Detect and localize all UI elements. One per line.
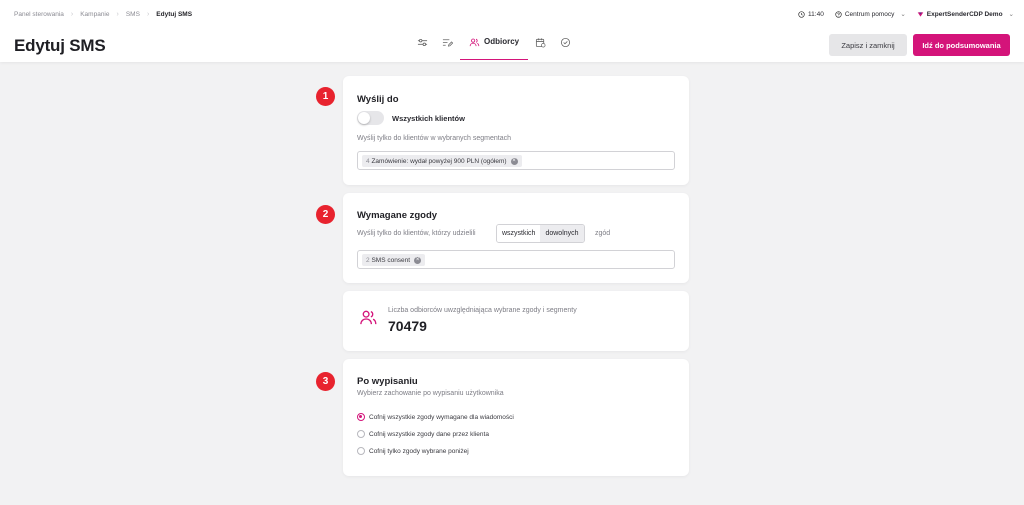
clock-icon — [798, 10, 805, 18]
segment-tag-count: 4 — [366, 157, 370, 165]
consent-tag: 2 SMS consent × — [362, 254, 426, 266]
tab-recipients-label: Odbiorcy — [484, 37, 520, 46]
consent-mode-switch: wszystkich dowolnych — [496, 224, 585, 243]
account-menu[interactable]: ExpertSenderCDP Demo ⌄ — [917, 10, 1014, 18]
step-badge-2: 2 — [316, 205, 335, 224]
check-circle-icon — [561, 37, 571, 48]
chevron-down-icon: ⌄ — [1008, 11, 1014, 18]
send-to-card: Wyślij do Wszystkich klientów Wyślij tyl… — [343, 76, 689, 185]
clock: 11:40 — [798, 11, 824, 18]
remove-tag-icon[interactable]: × — [414, 256, 422, 264]
logo-icon — [917, 11, 924, 17]
calendar-icon — [536, 38, 546, 48]
segment-tag-label: Zamówienie: wydał powyżej 900 PLN (ogółe… — [371, 157, 507, 165]
edit-list-icon — [442, 39, 453, 47]
breadcrumb: Panel sterowania › Kampanie › SMS › Edyt… — [14, 11, 192, 18]
consents-input[interactable]: 2 SMS consent × — [357, 250, 675, 269]
remove-tag-icon[interactable]: × — [510, 157, 518, 165]
step-tabs: Odbiorcy — [410, 32, 578, 62]
unsubscribe-option-label: Cofnij wszystkie zgody wymagane dla wiad… — [369, 413, 514, 421]
breadcrumb-item-campaigns[interactable]: Kampanie — [80, 11, 109, 18]
recipients-count-label: Liczba odbiorców uwzględniająca wybrane … — [388, 307, 577, 314]
unsubscribe-option-label: Cofnij wszystkie zgody dane przez klient… — [369, 430, 489, 438]
unsubscribe-option[interactable]: Cofnij wszystkie zgody dane przez klient… — [357, 430, 489, 438]
tab-recipients[interactable]: Odbiorcy — [460, 32, 529, 60]
breadcrumb-item-current: Edytuj SMS — [156, 11, 193, 18]
option-any[interactable]: dowolnych — [540, 225, 584, 242]
account-label: ExpertSenderCDP Demo — [926, 10, 1003, 18]
save-and-close-button[interactable]: Zapisz i zamknij — [829, 34, 907, 56]
segment-tag: 4 Zamówienie: wydał powyżej 900 PLN (ogó… — [362, 155, 522, 167]
unsubscribe-option[interactable]: Cofnij wszystkie zgody wymagane dla wiad… — [357, 413, 514, 421]
recipients-count-value: 70479 — [388, 318, 427, 334]
consent-tag-label: SMS consent — [371, 256, 411, 264]
unsubscribe-card: Po wypisaniu Wybierz zachowanie po wypis… — [343, 359, 689, 476]
tab-content[interactable] — [435, 32, 460, 60]
all-customers-label: Wszystkich klientów — [392, 114, 465, 123]
help-label: Centrum pomocy — [844, 10, 895, 18]
consents-title: Wymagane zgody — [357, 210, 438, 221]
step-badge-3: 3 — [316, 372, 335, 391]
all-customers-toggle[interactable] — [357, 111, 384, 125]
unsubscribe-option-label: Cofnij tylko zgody wybrane poniżej — [369, 447, 469, 455]
users-icon — [360, 310, 377, 325]
chevron-right-icon: › — [70, 11, 74, 18]
tab-summary[interactable] — [553, 32, 578, 60]
step-badge-1: 1 — [316, 87, 335, 106]
time-display: 11:40 — [808, 10, 824, 18]
help-icon — [835, 10, 842, 18]
segments-input[interactable]: 4 Zamówienie: wydał powyżej 900 PLN (ogó… — [357, 151, 675, 170]
unsubscribe-subtitle: Wybierz zachowanie po wypisaniu użytkown… — [357, 390, 504, 397]
breadcrumb-item-sms[interactable]: SMS — [126, 11, 140, 18]
top-right-menu: 11:40 Centrum pomocy ⌄ ExpertSenderCDP D… — [798, 10, 1014, 18]
unsubscribe-option[interactable]: Cofnij tylko zgody wybrane poniżej — [357, 447, 469, 455]
consent-tag-count: 2 — [366, 256, 370, 264]
radio-checked[interactable] — [357, 413, 365, 421]
top-bar: Panel sterowania › Kampanie › SMS › Edyt… — [0, 0, 1024, 62]
breadcrumb-item-dashboard[interactable]: Panel sterowania — [14, 11, 64, 18]
recipients-count-card: Liczba odbiorców uwzględniająca wybrane … — [343, 291, 689, 351]
tab-schedule[interactable] — [528, 32, 553, 60]
chevron-right-icon: › — [146, 11, 150, 18]
go-to-summary-button[interactable]: Idź do podsumowania — [913, 34, 1010, 56]
consents-text: Wyślij tylko do klientów, którzy udzieli… — [357, 230, 476, 237]
radio-unchecked[interactable] — [357, 447, 365, 455]
chevron-right-icon: › — [116, 11, 119, 18]
toggle-knob — [358, 112, 370, 124]
help-menu[interactable]: Centrum pomocy ⌄ — [835, 10, 906, 18]
tab-settings[interactable] — [410, 32, 435, 60]
unsubscribe-title: Po wypisaniu — [357, 376, 418, 387]
send-to-title: Wyślij do — [357, 94, 399, 105]
consents-card: Wymagane zgody Wyślij tylko do klientów,… — [343, 193, 689, 283]
segments-hint: Wyślij tylko do klientów w wybranych seg… — [357, 135, 511, 142]
consents-text-after: zgód — [595, 230, 611, 237]
option-all[interactable]: wszystkich — [497, 225, 541, 242]
page-title: Edytuj SMS — [14, 36, 106, 55]
radio-unchecked[interactable] — [357, 430, 365, 438]
chevron-down-icon: ⌄ — [900, 11, 906, 18]
users-icon — [469, 38, 480, 47]
sliders-icon — [417, 38, 428, 47]
